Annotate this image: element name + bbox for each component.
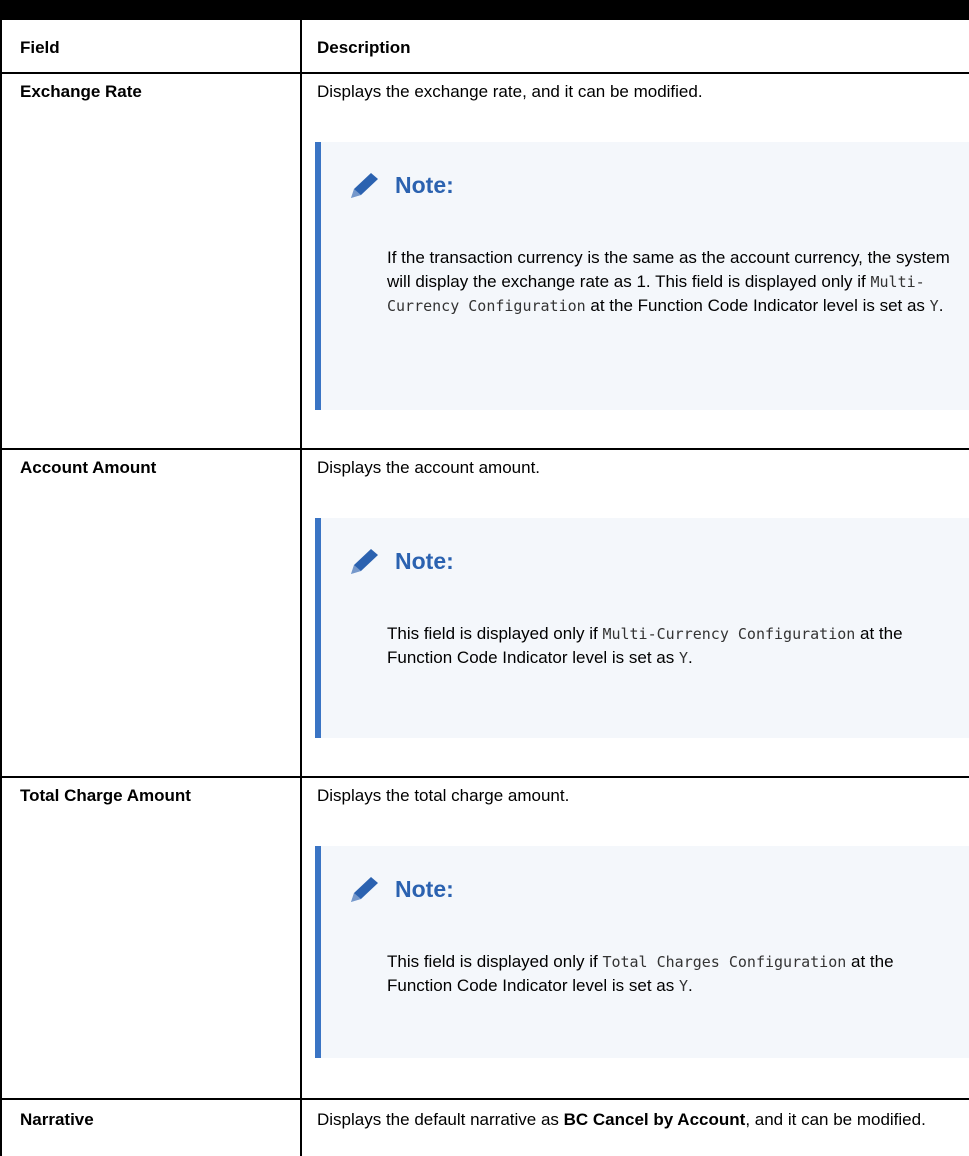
note-body: If the transaction currency is the same … — [387, 248, 950, 315]
row-divider — [2, 448, 969, 450]
field-description-table: Field Description Exchange Rate Displays… — [0, 20, 969, 1156]
desc-narrative: Displays the default narrative as BC Can… — [317, 1110, 926, 1129]
note-title: Note: — [395, 172, 454, 198]
note-title: Note: — [395, 548, 454, 574]
note-account-amount: Note: This field is displayed only if Mu… — [315, 518, 969, 738]
row-divider — [2, 1098, 969, 1100]
pencil-icon — [351, 877, 378, 902]
field-total-charge-amount: Total Charge Amount — [20, 786, 191, 805]
note-body: This field is displayed only if Total Ch… — [387, 952, 894, 995]
field-exchange-rate: Exchange Rate — [20, 82, 142, 101]
desc-total-charge-amount: Displays the total charge amount. — [317, 786, 570, 805]
note-title: Note: — [395, 876, 454, 902]
note-exchange-rate: Note: If the transaction currency is the… — [315, 142, 969, 410]
field-account-amount: Account Amount — [20, 458, 157, 477]
field-narrative: Narrative — [20, 1110, 94, 1129]
header-divider — [2, 72, 969, 74]
desc-account-amount: Displays the account amount. — [317, 458, 541, 477]
top-border — [0, 0, 969, 20]
column-divider — [300, 20, 302, 1156]
pencil-icon — [351, 549, 378, 574]
note-body: This field is displayed only if Multi-Cu… — [387, 624, 903, 667]
note-total-charge-amount: Note: This field is displayed only if To… — [315, 846, 969, 1058]
header-field: Field — [20, 38, 60, 57]
row-divider — [2, 776, 969, 778]
pencil-icon — [351, 173, 378, 198]
desc-exchange-rate: Displays the exchange rate, and it can b… — [317, 82, 703, 101]
header-description: Description — [317, 38, 411, 57]
